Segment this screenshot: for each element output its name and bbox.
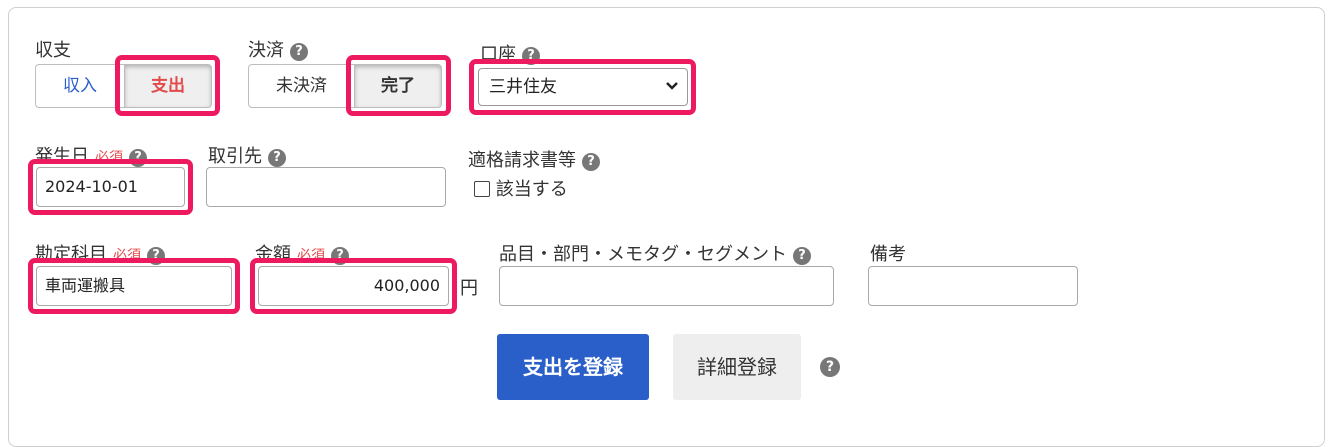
actions-help: ? [820, 357, 840, 377]
help-icon[interactable]: ? [268, 149, 286, 167]
settlement-label: 決済? [248, 36, 308, 62]
help-icon[interactable]: ? [820, 357, 840, 377]
partner-input[interactable] [206, 167, 446, 207]
tags-label: 品目・部門・メモタグ・セグメント? [499, 240, 811, 266]
invoice-checkbox-label: 該当する [495, 179, 568, 200]
highlight-amount [250, 258, 457, 314]
unsettled-toggle[interactable]: 未決済 [248, 64, 355, 108]
amount-unit: 円 [460, 278, 478, 299]
invoice-label: 適格請求書等? [468, 146, 600, 172]
highlight-date [28, 159, 193, 215]
highlight-expense [115, 55, 220, 116]
highlight-account-item [28, 258, 240, 314]
note-input[interactable] [868, 266, 1078, 306]
register-expense-button[interactable]: 支出を登録 [497, 334, 649, 400]
income-toggle[interactable]: 収入 [35, 64, 125, 108]
highlight-settled [346, 55, 451, 116]
partner-label: 取引先? [208, 142, 286, 168]
tags-input[interactable] [499, 266, 834, 306]
invoice-checkbox[interactable] [474, 181, 490, 197]
help-icon[interactable]: ? [793, 247, 811, 265]
note-label: 備考 [870, 244, 906, 265]
help-icon[interactable]: ? [582, 153, 600, 171]
detail-register-button[interactable]: 詳細登録 [673, 334, 801, 400]
help-icon[interactable]: ? [290, 43, 308, 61]
income-expense-label: 収支 [35, 40, 71, 61]
highlight-account [469, 59, 696, 115]
invoice-checkbox-row[interactable]: 該当する [474, 175, 568, 201]
